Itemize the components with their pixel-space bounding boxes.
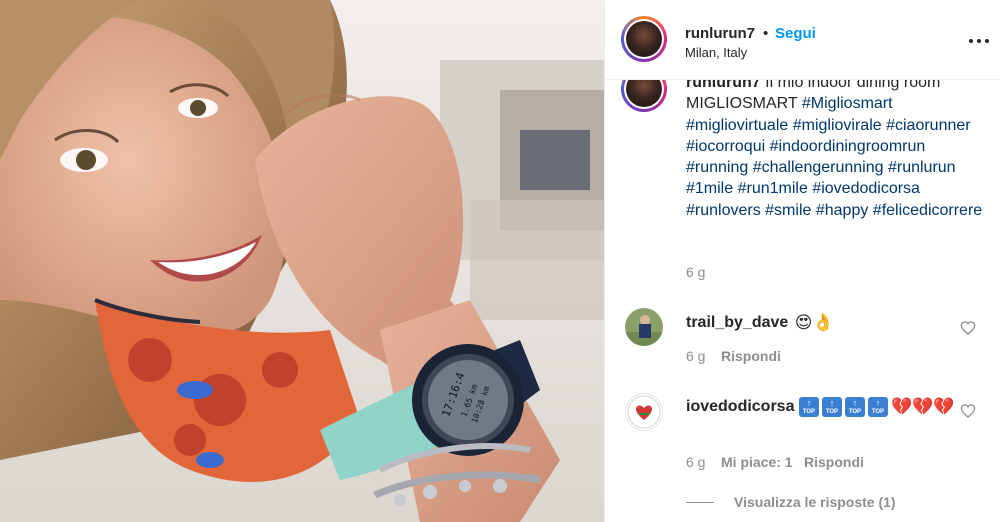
comment-1-reply-button[interactable]: Rispondi bbox=[721, 348, 781, 364]
hashtag-link[interactable]: #indoordiningroomrun bbox=[770, 138, 926, 155]
post-location[interactable]: Milan, Italy bbox=[685, 45, 747, 60]
follow-button[interactable]: Segui bbox=[775, 25, 816, 42]
comment-2-like-heart-icon[interactable] bbox=[960, 403, 976, 419]
caption-username[interactable]: runlurun7 bbox=[686, 80, 761, 91]
ok-hand-emoji: 👌 bbox=[812, 313, 834, 332]
hashtag-link[interactable]: #smile bbox=[765, 202, 811, 219]
heart-eyes-emoji: 😍 bbox=[794, 313, 813, 332]
club-logo-icon bbox=[627, 395, 661, 429]
comment-2: iovedodicorsa ↑ TOP ↑ TOP ↑ TOP ↑ TOP 💔💔💔 bbox=[686, 396, 956, 418]
hashtag-link[interactable]: #migliovirale bbox=[793, 117, 882, 134]
top-badge-emoji: ↑ TOP bbox=[844, 397, 865, 417]
post-side-panel: runlurun7 • Segui Milan, Italy runlurun7… bbox=[604, 0, 1000, 522]
hashtag-link[interactable]: #run1mile bbox=[738, 180, 808, 197]
post-photo: 17:16:4 1.65 km 10:28 km bbox=[0, 0, 604, 522]
post-header: runlurun7 • Segui Milan, Italy bbox=[605, 0, 1000, 80]
comment-1-timestamp[interactable]: 6 g bbox=[686, 348, 705, 364]
hashtag-link[interactable]: #runlovers bbox=[686, 202, 761, 219]
hashtag-link[interactable]: #migliovirtuale bbox=[686, 117, 788, 134]
more-options-icon[interactable] bbox=[969, 30, 989, 50]
comment-1: trail_by_dave 😍👌 bbox=[686, 313, 834, 333]
broken-heart-emoji: 💔 bbox=[933, 397, 955, 416]
caption-hashtags: #Migliosmart #migliovirtuale #migliovira… bbox=[686, 95, 982, 218]
comment-2-likes[interactable]: Mi piace: 1 bbox=[721, 454, 793, 470]
hashtag-link[interactable]: #iocorroqui bbox=[686, 138, 765, 155]
top-badges: ↑ TOP ↑ TOP ↑ TOP ↑ TOP bbox=[798, 397, 891, 417]
header-separator: • bbox=[763, 25, 769, 42]
top-badge-emoji: ↑ TOP bbox=[867, 397, 888, 417]
hashtag-link[interactable]: #challengerunning bbox=[753, 159, 884, 176]
post-photo-illustration: 17:16:4 1.65 km 10:28 km bbox=[0, 0, 604, 522]
comment-1-username[interactable]: trail_by_dave bbox=[686, 314, 788, 331]
replies-divider bbox=[686, 502, 714, 503]
hashtag-link[interactable]: #1mile bbox=[686, 180, 733, 197]
broken-heart-emoji: 💔 bbox=[912, 397, 934, 416]
commenter-photo-icon bbox=[625, 308, 663, 346]
hashtag-link[interactable]: #ciaorunner bbox=[886, 117, 971, 134]
hashtag-link[interactable]: #Migliosmart bbox=[802, 95, 893, 112]
comment-1-like-heart-icon[interactable] bbox=[960, 320, 976, 336]
comments-scroll-area[interactable]: runlurun7 Il mio indoor dining room MIGL… bbox=[605, 80, 1000, 522]
hashtag-link[interactable]: #felicedicorrere bbox=[873, 202, 982, 219]
comment-2-username[interactable]: iovedodicorsa bbox=[686, 398, 794, 415]
caption-timestamp[interactable]: 6 g bbox=[686, 264, 705, 280]
top-badge-emoji: ↑ TOP bbox=[798, 397, 819, 417]
broken-heart-emoji: 💔 bbox=[890, 397, 913, 416]
hashtag-link[interactable]: #runlurun bbox=[888, 159, 956, 176]
author-username[interactable]: runlurun7 bbox=[685, 25, 755, 42]
caption-author-avatar[interactable] bbox=[621, 80, 667, 112]
comment-2-reply-button[interactable]: Rispondi bbox=[804, 454, 864, 470]
comment-avatar-trail-by-dave[interactable] bbox=[625, 308, 663, 346]
hashtag-link[interactable]: #iovedodicorsa bbox=[812, 180, 920, 197]
comment-avatar-iovedodicorsa[interactable] bbox=[625, 393, 663, 431]
view-replies-button[interactable]: Visualizza le risposte (1) bbox=[734, 494, 896, 510]
caption-text: runlurun7 Il mio indoor dining room MIGL… bbox=[686, 80, 986, 221]
hashtag-link[interactable]: #happy bbox=[816, 202, 869, 219]
comment-2-timestamp[interactable]: 6 g bbox=[686, 454, 705, 470]
hashtag-link[interactable]: #running bbox=[686, 159, 748, 176]
author-avatar[interactable] bbox=[621, 16, 667, 62]
top-badge-emoji: ↑ TOP bbox=[821, 397, 842, 417]
broken-heart-emojis: 💔💔💔 bbox=[890, 397, 955, 416]
